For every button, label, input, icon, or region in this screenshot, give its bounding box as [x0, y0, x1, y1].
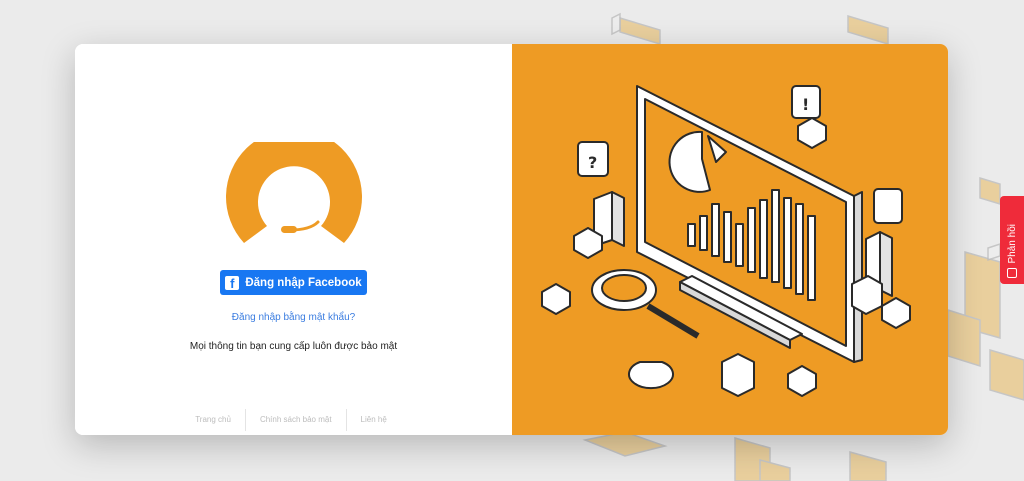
feedback-icon	[1007, 268, 1017, 278]
feedback-tab[interactable]: Phản hồi	[1000, 196, 1024, 284]
headset-logo-icon	[226, 142, 362, 243]
footer-link-contact[interactable]: Liên hệ	[347, 409, 401, 431]
gear-bubble	[873, 188, 903, 224]
footer-link-home[interactable]: Trang chủ	[181, 409, 245, 431]
login-panel: f Đăng nhập Facebook Đăng nhập bằng mật …	[75, 44, 512, 435]
footer-link-privacy[interactable]: Chính sách bảo mật	[246, 409, 346, 431]
facebook-f-icon: f	[225, 275, 240, 290]
password-login-link[interactable]: Đăng nhập bằng mật khẩu?	[75, 312, 512, 323]
analytics-illustration: ? !	[541, 85, 911, 397]
feedback-label: Phản hồi	[1006, 223, 1018, 263]
login-card: f Đăng nhập Facebook Đăng nhập bằng mật …	[75, 44, 948, 435]
facebook-login-label: Đăng nhập Facebook	[245, 276, 362, 289]
small-pie	[628, 361, 674, 390]
illustration-panel: ? !	[512, 44, 948, 435]
svg-text:?: ?	[588, 153, 597, 172]
footer-nav: Trang chủ Chính sách bảo mật Liên hệ	[175, 409, 407, 431]
security-note: Mọi thông tin bạn cung cấp luôn được bảo…	[189, 341, 398, 352]
svg-text:!: !	[802, 95, 809, 114]
facebook-login-button[interactable]: f Đăng nhập Facebook	[220, 270, 367, 295]
